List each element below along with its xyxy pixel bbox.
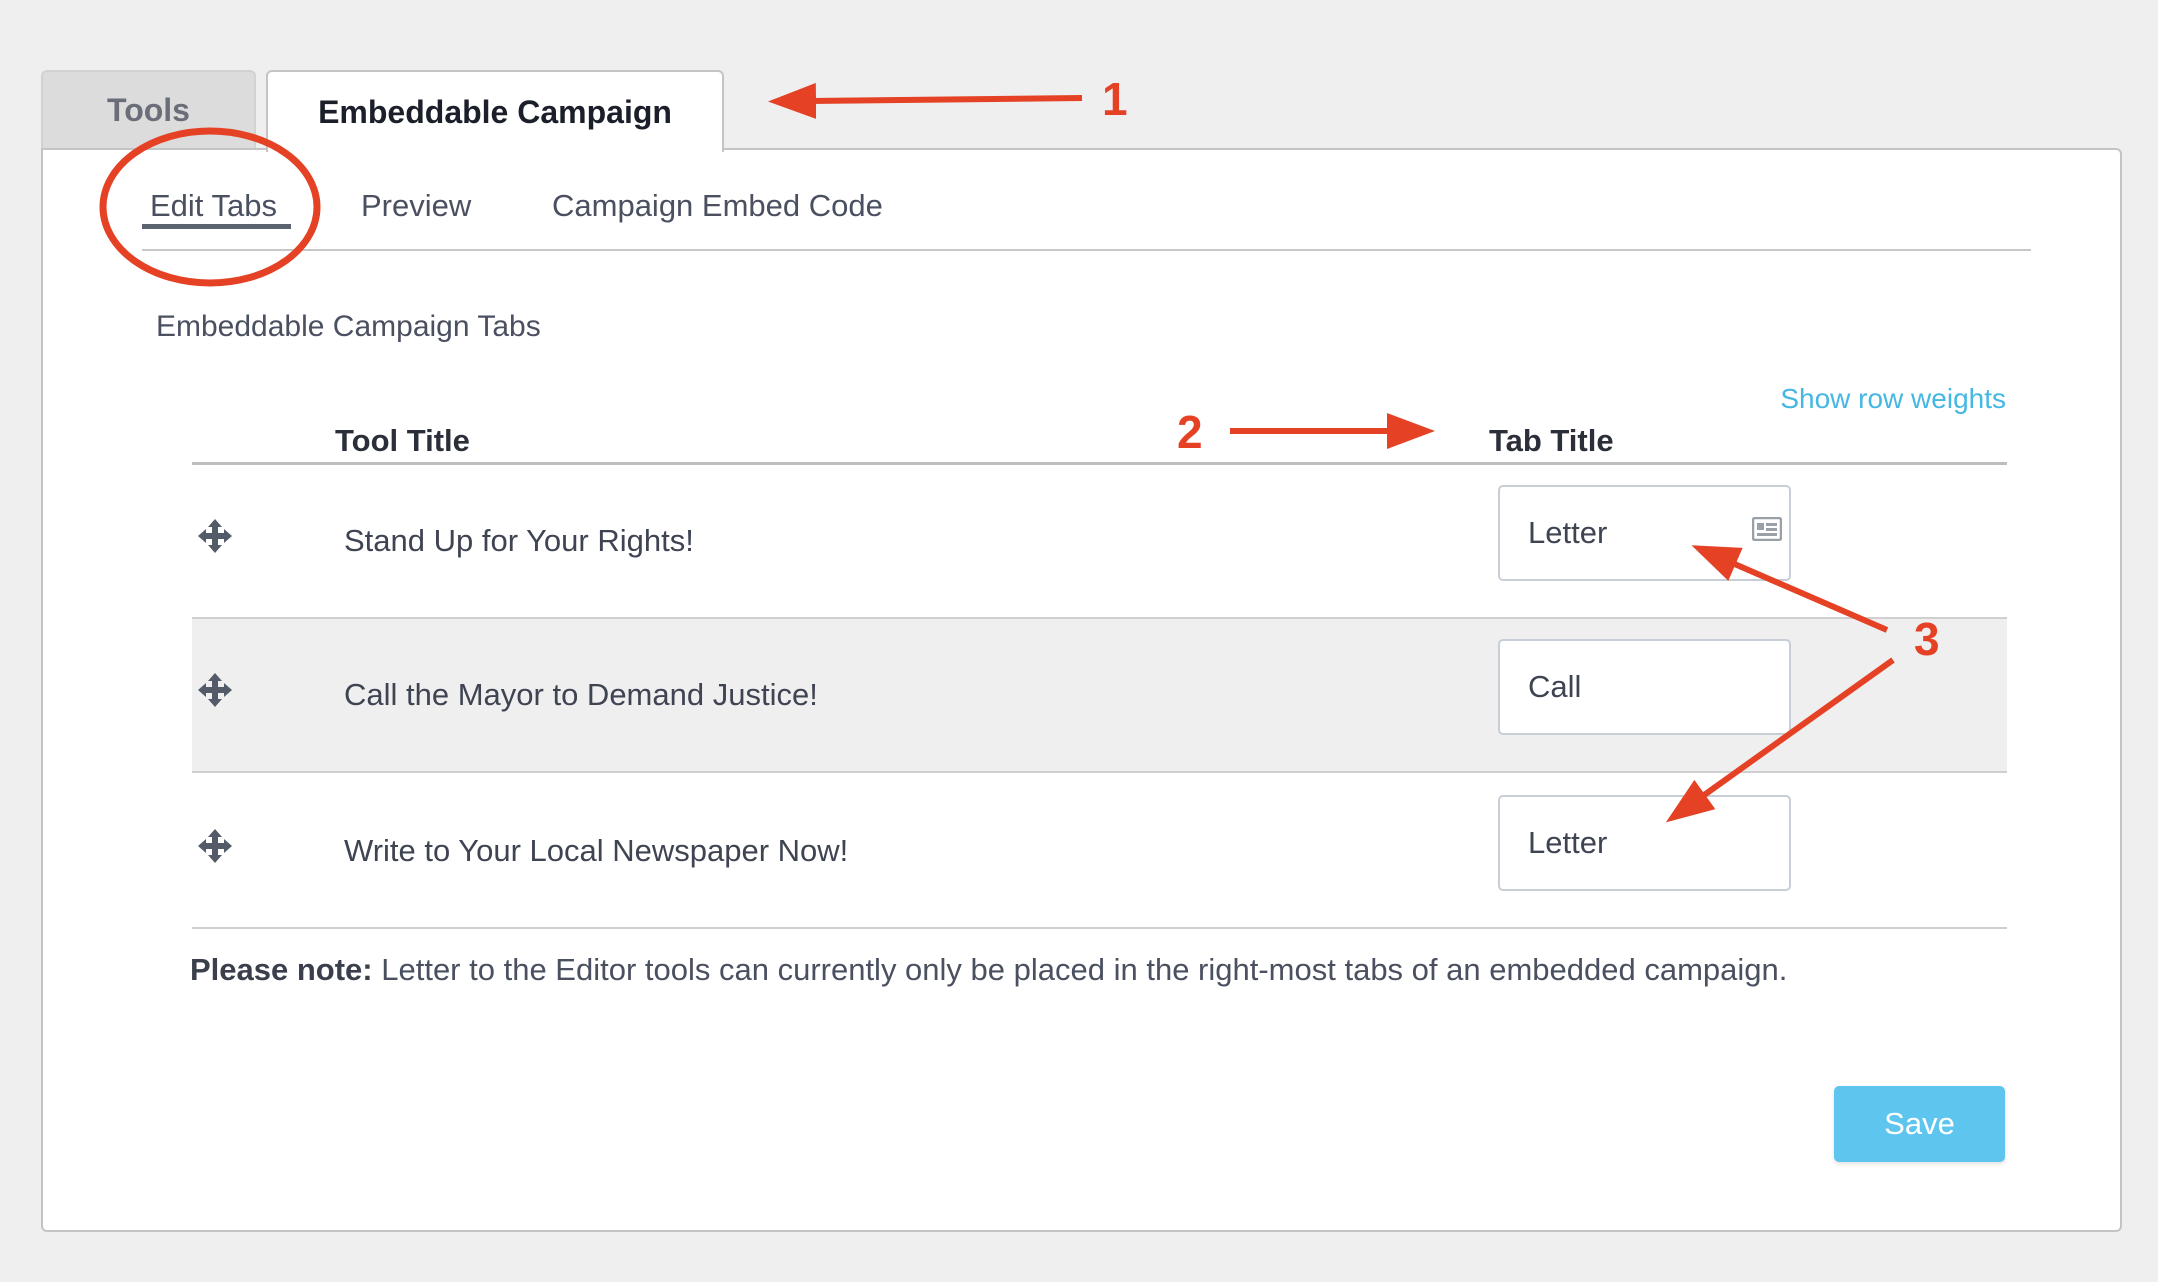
table-row: Stand Up for Your Rights! bbox=[192, 465, 2007, 619]
move-handle-icon[interactable] bbox=[198, 519, 232, 553]
tab-title-input[interactable] bbox=[1498, 795, 1791, 891]
subtab-campaign-embed-code[interactable]: Campaign Embed Code bbox=[552, 188, 883, 224]
note-text: Please note: Letter to the Editor tools … bbox=[190, 952, 1787, 988]
tab-title-input[interactable] bbox=[1498, 639, 1791, 735]
column-header-tool-title: Tool Title bbox=[335, 423, 470, 458]
note-label: Please note: bbox=[190, 952, 373, 987]
subtab-divider bbox=[142, 249, 2031, 251]
row-tool-title: Stand Up for Your Rights! bbox=[344, 523, 694, 558]
show-row-weights-link[interactable]: Show row weights bbox=[1780, 383, 2006, 415]
tab-tools[interactable]: Tools bbox=[41, 70, 256, 148]
row-tool-title: Call the Mayor to Demand Justice! bbox=[344, 677, 818, 712]
active-subtab-indicator bbox=[142, 224, 291, 229]
column-header-tab-title: Tab Title bbox=[1489, 423, 1614, 458]
callout-number-3: 3 bbox=[1914, 613, 1940, 665]
move-handle-icon[interactable] bbox=[198, 829, 232, 863]
save-button[interactable]: Save bbox=[1834, 1086, 2005, 1162]
row-tool-title: Write to Your Local Newspaper Now! bbox=[344, 833, 849, 868]
subtab-preview[interactable]: Preview bbox=[361, 188, 471, 224]
tab-embeddable-campaign[interactable]: Embeddable Campaign bbox=[266, 70, 724, 152]
move-handle-icon[interactable] bbox=[198, 673, 232, 707]
subtab-edit-tabs[interactable]: Edit Tabs bbox=[150, 188, 277, 224]
callout-number-2: 2 bbox=[1177, 406, 1203, 458]
table-row: Call the Mayor to Demand Justice! bbox=[192, 619, 2007, 773]
table-row: Write to Your Local Newspaper Now! bbox=[192, 775, 2007, 929]
contact-card-icon[interactable] bbox=[1752, 517, 1782, 541]
note-body: Letter to the Editor tools can currently… bbox=[372, 952, 1788, 987]
callout-number-1: 1 bbox=[1102, 73, 1128, 125]
tab-title-input[interactable] bbox=[1498, 485, 1791, 581]
annotation-arrow-1 bbox=[768, 82, 1083, 119]
section-title: Embeddable Campaign Tabs bbox=[156, 310, 541, 343]
